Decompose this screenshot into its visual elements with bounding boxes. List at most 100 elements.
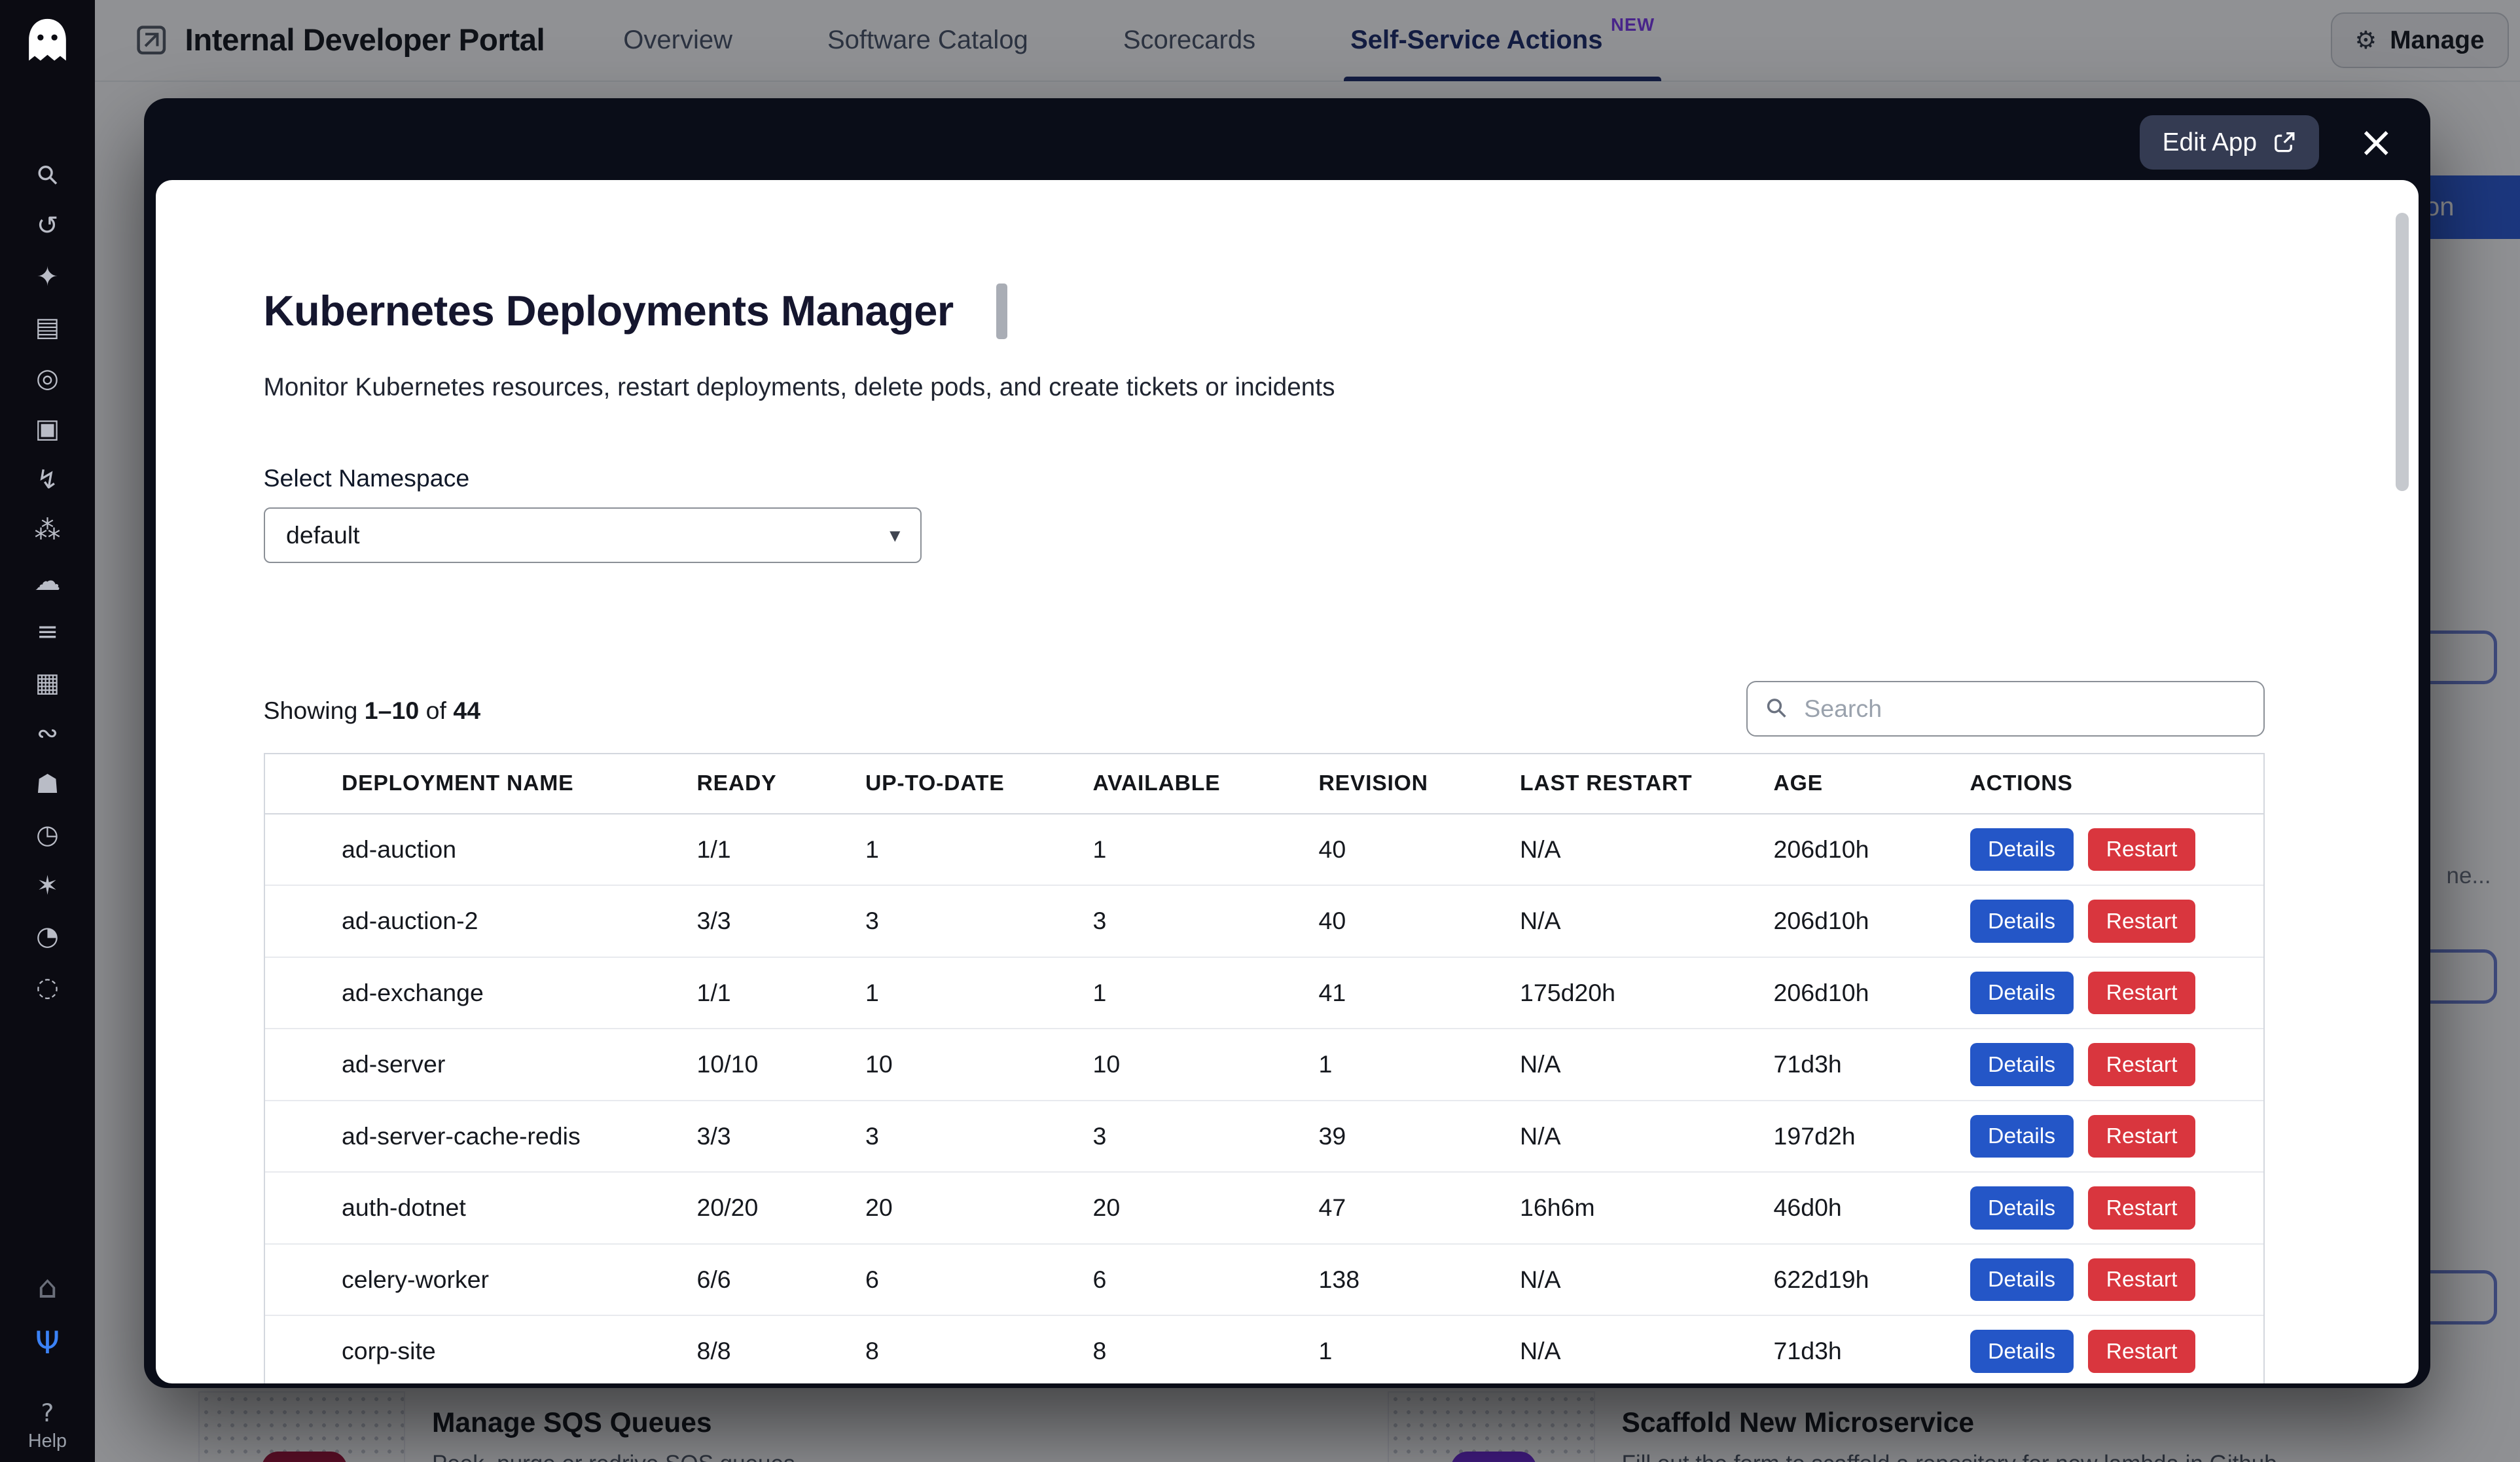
cell-actions: Details Restart: [1970, 972, 2263, 1015]
cell-name: ad-auction-2: [265, 907, 697, 935]
actions-icon[interactable]: ↯: [28, 465, 67, 494]
table-row: ad-auction-23/33340N/A206d10hDetailsRest…: [265, 886, 2264, 958]
details-button[interactable]: Details: [1970, 1043, 2074, 1086]
details-button[interactable]: Details: [1970, 900, 2074, 943]
details-button[interactable]: Details: [1970, 1115, 2074, 1158]
cell-revision: 39: [1319, 1122, 1521, 1150]
restart-button[interactable]: Restart: [2088, 1330, 2195, 1373]
audit-icon[interactable]: ◷: [28, 820, 67, 850]
table-row: ad-server-cache-redis3/33339N/A197d2hDet…: [265, 1101, 2264, 1173]
cell-age: 622d19h: [1774, 1266, 1970, 1294]
showing-count: Showing 1–10 of 44: [264, 697, 481, 737]
cell-age: 46d0h: [1774, 1194, 1970, 1222]
cell-up-to-date: 20: [865, 1194, 1093, 1222]
restart-button[interactable]: Restart: [2088, 1043, 2195, 1086]
details-button[interactable]: Details: [1970, 1330, 2074, 1373]
cell-age: 71d3h: [1774, 1337, 1970, 1365]
cell-revision: 40: [1319, 907, 1521, 935]
cell-revision: 40: [1319, 835, 1521, 864]
cell-age: 197d2h: [1774, 1122, 1970, 1150]
table-header-row: DEPLOYMENT NAMEREADYUP-TO-DATEAVAILABLER…: [265, 754, 2264, 814]
restart-button[interactable]: Restart: [2088, 1186, 2195, 1230]
cell-actions: Details Restart: [1970, 828, 2263, 871]
cell-last-restart: 16h6m: [1520, 1194, 1774, 1222]
search-icon[interactable]: ⚲: [23, 151, 71, 199]
cell-available: 1: [1093, 835, 1319, 864]
modal-topbar: Edit App ×: [144, 110, 2430, 175]
cell-age: 206d10h: [1774, 835, 1970, 864]
catalog-icon[interactable]: ▣: [28, 414, 67, 444]
restart-button[interactable]: Restart: [2088, 1115, 2195, 1158]
column-header-revision: REVISION: [1319, 771, 1521, 796]
cell-revision: 47: [1319, 1194, 1521, 1222]
kubernetes-manager-modal: Edit App × Kubernetes Deployments Manage…: [144, 98, 2430, 1388]
goals-icon[interactable]: ◎: [28, 363, 67, 393]
table-body: ad-auction1/11140N/A206d10hDetailsRestar…: [265, 814, 2264, 1383]
port-logo-icon[interactable]: [20, 13, 75, 69]
search-box: ⚲: [1746, 681, 2265, 737]
namespace-value: default: [286, 521, 360, 549]
cloud-icon[interactable]: ☁: [28, 566, 67, 596]
restart-button[interactable]: Restart: [2088, 828, 2195, 871]
cell-up-to-date: 6: [865, 1266, 1093, 1294]
sidebar-bottom-icons: ⌂Ψ: [28, 1273, 67, 1359]
column-header-ready: READY: [697, 771, 866, 796]
column-header-age: AGE: [1774, 771, 1970, 796]
cell-available: 20: [1093, 1194, 1319, 1222]
cell-last-restart: N/A: [1520, 1122, 1774, 1150]
building-icon[interactable]: ⌂: [28, 1273, 67, 1303]
edit-app-button[interactable]: Edit App: [2140, 115, 2319, 170]
cell-name: auth-dotnet: [265, 1194, 697, 1222]
search-input[interactable]: [1801, 693, 2263, 724]
cell-actions: Details Restart: [1970, 1258, 2263, 1302]
cell-up-to-date: 1: [865, 835, 1093, 864]
cell-available: 3: [1093, 1122, 1319, 1150]
cell-up-to-date: 3: [865, 907, 1093, 935]
cell-name: celery-worker: [265, 1266, 697, 1294]
details-button[interactable]: Details: [1970, 828, 2074, 871]
title-row: Kubernetes Deployments Manager: [264, 282, 2419, 340]
integrations-icon[interactable]: ∾: [28, 719, 67, 748]
details-button[interactable]: Details: [1970, 972, 2074, 1015]
apps-icon[interactable]: ▦: [28, 668, 67, 697]
restart-button[interactable]: Restart: [2088, 1258, 2195, 1302]
cell-ready: 3/3: [697, 907, 866, 935]
security-icon[interactable]: ☗: [28, 769, 67, 799]
scrollbar[interactable]: [2396, 213, 2409, 491]
loading-icon[interactable]: ◌: [28, 972, 67, 1002]
column-header-last-restart: LAST RESTART: [1520, 771, 1774, 796]
sidebar-icon-rail: ⚲↺✦▤◎▣↯⁂☁≡▦∾☗◷✶◔◌: [28, 160, 67, 1002]
namespace-select[interactable]: default ▾: [264, 507, 922, 563]
bug-icon[interactable]: ✶: [28, 871, 67, 900]
cell-last-restart: N/A: [1520, 1050, 1774, 1078]
details-button[interactable]: Details: [1970, 1186, 2074, 1230]
cell-name: ad-server-cache-redis: [265, 1122, 697, 1150]
table-row: ad-exchange1/11141175d20h206d10hDetailsR…: [265, 958, 2264, 1030]
external-link-icon: [2272, 130, 2297, 155]
close-icon[interactable]: ×: [2355, 121, 2397, 164]
table-row: ad-server10/1010101N/A71d3hDetailsRestar…: [265, 1029, 2264, 1101]
ai-assistant-icon[interactable]: ✦: [28, 262, 67, 291]
details-button[interactable]: Details: [1970, 1258, 2074, 1302]
history-icon[interactable]: ↺: [28, 211, 67, 241]
cell-ready: 10/10: [697, 1050, 866, 1078]
users-icon[interactable]: ⁂: [28, 516, 67, 545]
gauge-icon[interactable]: ◔: [28, 922, 67, 951]
table-row: celery-worker6/666138N/A622d19hDetailsRe…: [265, 1245, 2264, 1317]
analytics-icon[interactable]: ▤: [28, 313, 67, 342]
pipelines-icon[interactable]: ≡: [28, 617, 67, 647]
cell-available: 6: [1093, 1266, 1319, 1294]
sidebar: ⚲↺✦▤◎▣↯⁂☁≡▦∾☗◷✶◔◌ ⌂Ψ ? Help: [0, 0, 95, 1462]
help-button[interactable]: ? Help: [28, 1401, 67, 1452]
menorah-icon[interactable]: Ψ: [28, 1329, 67, 1359]
cell-up-to-date: 10: [865, 1050, 1093, 1078]
cell-up-to-date: 3: [865, 1122, 1093, 1150]
restart-button[interactable]: Restart: [2088, 900, 2195, 943]
cell-available: 10: [1093, 1050, 1319, 1078]
namespace-label: Select Namespace: [264, 464, 2419, 492]
cell-last-restart: 175d20h: [1520, 979, 1774, 1007]
restart-button[interactable]: Restart: [2088, 972, 2195, 1015]
table-toolbar: Showing 1–10 of 44 ⚲: [264, 681, 2265, 737]
cell-up-to-date: 8: [865, 1337, 1093, 1365]
cell-name: corp-site: [265, 1337, 697, 1365]
